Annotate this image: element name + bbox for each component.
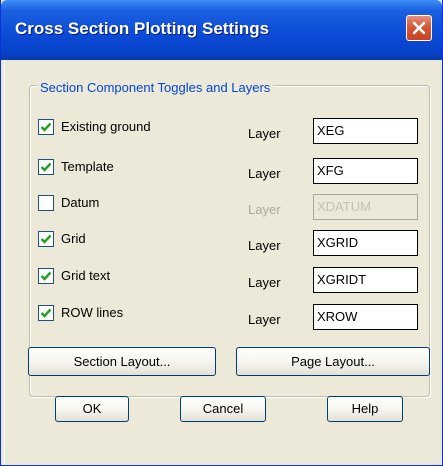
datum-layer-input: XDATUM (313, 194, 418, 220)
existing-ground-checkbox[interactable] (38, 119, 54, 135)
datum-layer-label: Layer (248, 202, 281, 217)
ok-button-label: OK (82, 401, 102, 416)
ok-button[interactable]: OK (55, 396, 129, 422)
help-button[interactable]: Help (327, 396, 403, 422)
template-checkbox[interactable] (38, 159, 54, 175)
existing-ground-layer-label: Layer (248, 126, 281, 141)
close-icon (412, 21, 426, 35)
template-label[interactable]: Template (61, 159, 114, 174)
grid-text-layer-input[interactable]: XGRIDT (313, 267, 418, 293)
grid-text-layer-label: Layer (248, 275, 281, 290)
close-button[interactable] (406, 15, 432, 41)
dialog-body: Section Component Toggles and Layers Exi… (4, 60, 440, 463)
existing-ground-layer-input[interactable]: XEG (313, 118, 418, 144)
row-grid-text: Grid text Layer XGRIDT (38, 267, 428, 297)
cancel-button-label: Cancel (202, 401, 244, 416)
datum-checkbox[interactable] (38, 195, 54, 211)
row-row-lines: ROW lines Layer XROW (38, 304, 428, 334)
grid-checkbox[interactable] (38, 231, 54, 247)
template-layer-input[interactable]: XFG (313, 158, 418, 184)
checkmark-icon (40, 308, 52, 318)
grid-label[interactable]: Grid (61, 231, 86, 246)
page-layout-button-label: Page Layout... (291, 354, 375, 369)
section-layout-button-label: Section Layout... (73, 354, 171, 369)
grid-layer-input[interactable]: XGRID (313, 230, 418, 256)
grid-text-checkbox[interactable] (38, 268, 54, 284)
checkmark-icon (40, 122, 52, 132)
title-bar[interactable]: Cross Section Plotting Settings (1, 0, 442, 60)
help-button-label: Help (351, 401, 379, 416)
grid-layer-label: Layer (248, 238, 281, 253)
row-datum: Datum Layer XDATUM (38, 194, 428, 224)
row-existing-ground: Existing ground Layer XEG (38, 118, 428, 148)
existing-ground-label[interactable]: Existing ground (61, 119, 151, 134)
grid-text-label[interactable]: Grid text (61, 268, 110, 283)
row-lines-checkbox[interactable] (38, 305, 54, 321)
row-lines-layer-input[interactable]: XROW (313, 304, 418, 330)
row-template: Template Layer XFG (38, 158, 428, 188)
dialog-window: Cross Section Plotting Settings Section … (0, 0, 443, 466)
checkmark-icon (40, 271, 52, 281)
section-layout-button[interactable]: Section Layout... (28, 347, 216, 376)
row-grid: Grid Layer XGRID (38, 230, 428, 260)
checkmark-icon (40, 234, 52, 244)
groupbox-label: Section Component Toggles and Layers (37, 80, 274, 95)
cancel-button[interactable]: Cancel (180, 396, 266, 422)
row-lines-layer-label: Layer (248, 312, 281, 327)
window-title: Cross Section Plotting Settings (15, 19, 270, 38)
template-layer-label: Layer (248, 166, 281, 181)
datum-label[interactable]: Datum (61, 195, 99, 210)
row-lines-label[interactable]: ROW lines (61, 305, 123, 320)
checkmark-icon (40, 162, 52, 172)
page-layout-button[interactable]: Page Layout... (236, 347, 430, 376)
